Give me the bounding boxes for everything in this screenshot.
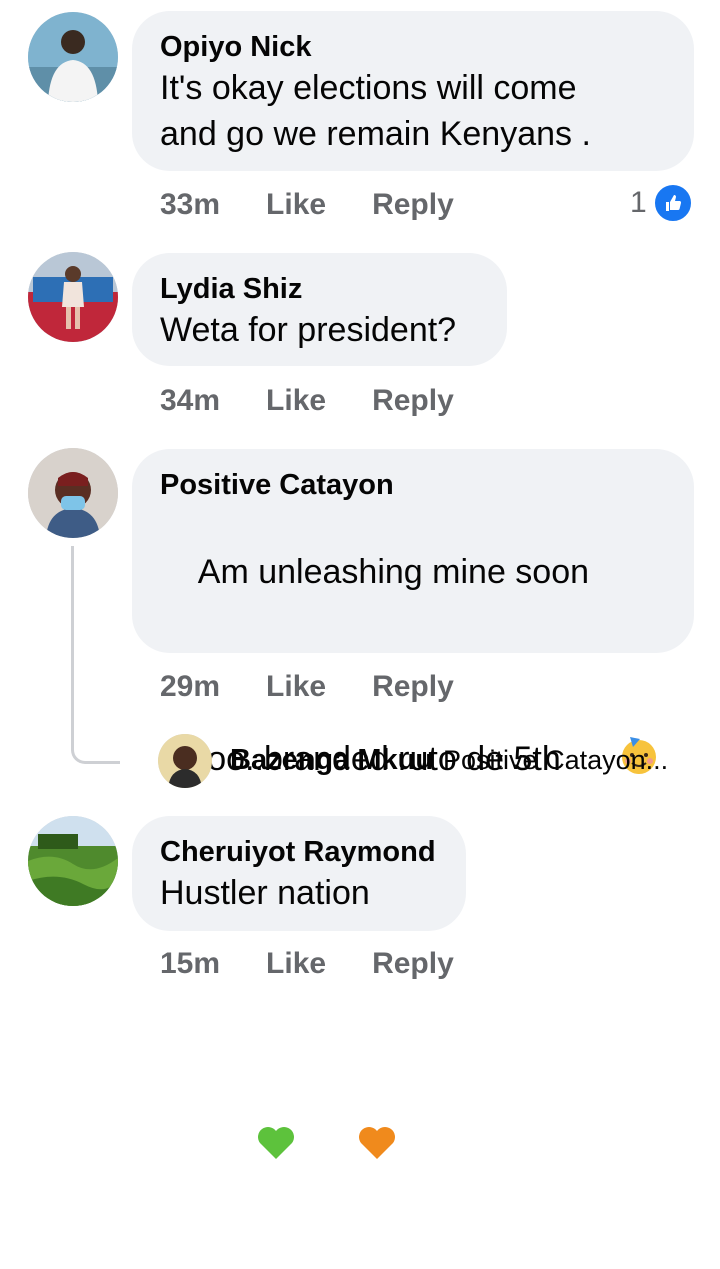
comment-author[interactable]: Opiyo Nick xyxy=(160,29,666,65)
comment-emoji-line xyxy=(160,1029,666,1269)
comment-time[interactable]: 15m xyxy=(160,947,220,981)
reply-button[interactable]: Reply xyxy=(372,947,454,981)
comment-text: Am unleashing mine soon xyxy=(197,553,590,591)
comment-bubble: Positive Catayon Am unleashing mine soon… xyxy=(132,449,694,1159)
like-button[interactable]: Like xyxy=(266,947,326,981)
avatar-photo xyxy=(158,734,212,788)
avatar[interactable] xyxy=(28,816,118,906)
reply-author[interactable]: Bazenga Mkuu xyxy=(230,744,433,777)
comment-bubble: Lydia Shiz Weta for president? xyxy=(132,253,507,366)
reply-text: Positive Catayon... xyxy=(443,745,669,775)
comment-actions: 15m Like Reply xyxy=(160,944,454,984)
comment-text: Hustler nation xyxy=(160,874,370,912)
thumbs-up-icon xyxy=(652,183,693,223)
avatar-photo xyxy=(28,816,118,906)
reply-preview[interactable]: Bazenga Mkuu Positive Catayon... xyxy=(230,744,668,777)
orange-heart-emoji-icon xyxy=(298,1075,399,1223)
comment-author[interactable]: Cheruiyot Raymond xyxy=(160,834,438,870)
comment-bubble: Opiyo Nick It's okay elections will come… xyxy=(132,11,694,171)
comment-actions: 34m Like Reply xyxy=(160,381,454,421)
reply-avatar[interactable] xyxy=(158,734,212,788)
reaction-summary[interactable]: 1 xyxy=(630,183,693,223)
comment-text: Weta for president? xyxy=(160,311,457,349)
avatar[interactable] xyxy=(28,12,118,102)
avatar-photo xyxy=(28,448,118,538)
comment-author[interactable]: Positive Catayon xyxy=(160,467,666,503)
like-button[interactable]: Like xyxy=(266,384,326,418)
comment-text: It's okay elections will come and go we … xyxy=(160,69,591,153)
avatar[interactable] xyxy=(28,252,118,342)
comment-time[interactable]: 29m xyxy=(160,670,220,704)
comment-time[interactable]: 33m xyxy=(160,188,220,222)
avatar[interactable] xyxy=(28,448,118,538)
comment-bubble: Cheruiyot Raymond Hustler nation xyxy=(132,816,466,931)
comment-time[interactable]: 34m xyxy=(160,384,220,418)
comment-text-line: Am unleashing mine soon xyxy=(160,503,666,641)
reply-button[interactable]: Reply xyxy=(372,188,454,222)
reply-button[interactable]: Reply xyxy=(372,670,454,704)
reaction-count: 1 xyxy=(630,186,647,219)
thread-line xyxy=(71,546,120,764)
like-button[interactable]: Like xyxy=(266,670,326,704)
avatar-photo xyxy=(28,12,118,102)
reply-button[interactable]: Reply xyxy=(372,384,454,418)
green-heart-emoji-icon xyxy=(198,1075,299,1223)
comment-actions: 33m Like Reply xyxy=(160,185,454,225)
like-button[interactable]: Like xyxy=(266,188,326,222)
avatar-photo xyxy=(28,252,118,342)
comment-author[interactable]: Lydia Shiz xyxy=(160,271,479,307)
comment-actions: 29m Like Reply xyxy=(160,667,454,707)
